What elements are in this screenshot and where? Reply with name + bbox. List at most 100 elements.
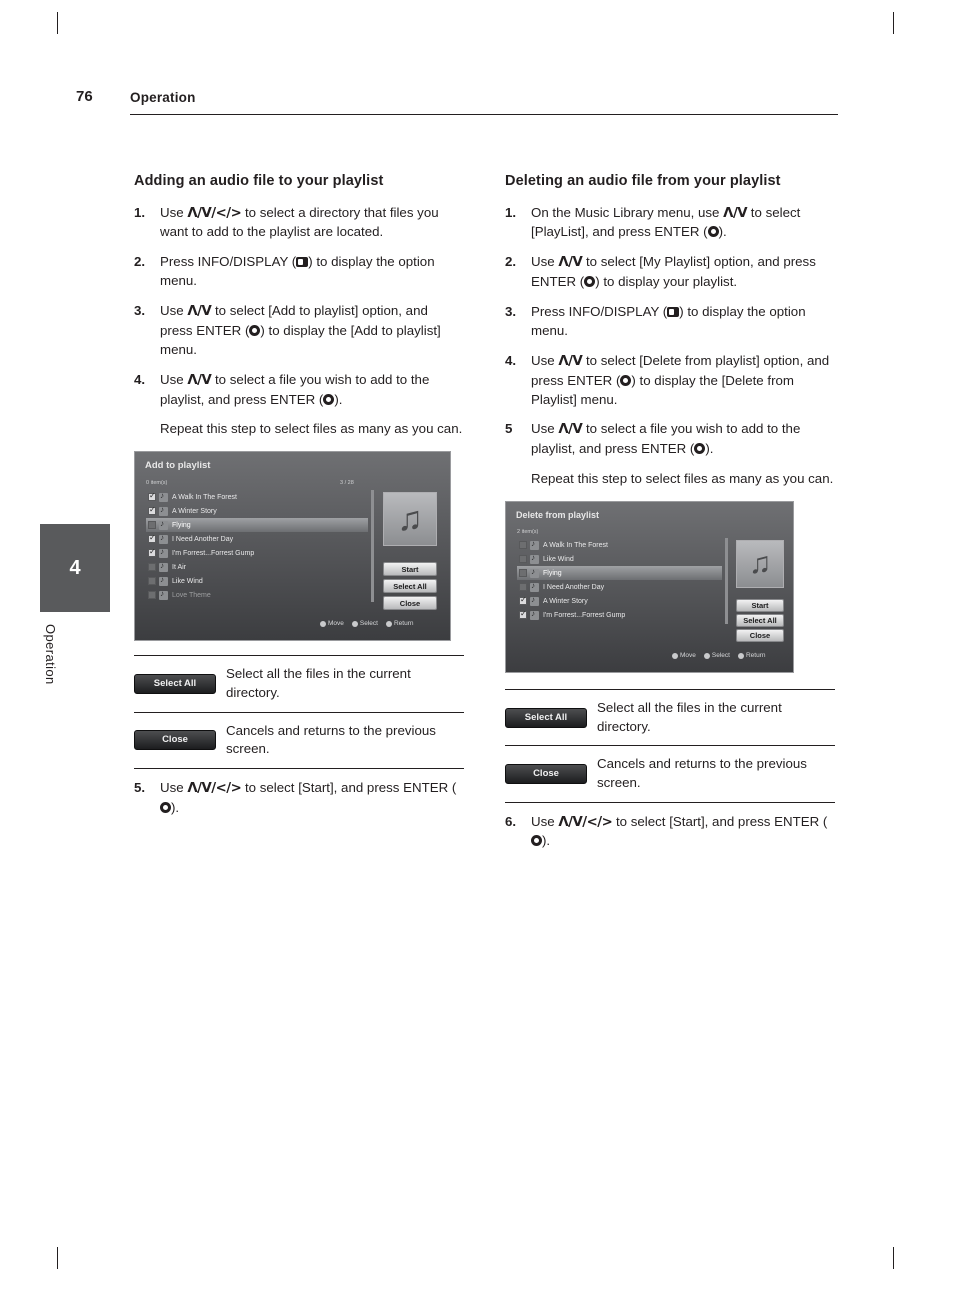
select-all-button[interactable]: Select All: [383, 579, 437, 594]
list-item[interactable]: A Walk In The Forest: [146, 490, 368, 504]
close-button[interactable]: Close: [736, 629, 784, 643]
step-continuation: Repeat this step to select files as many…: [531, 471, 834, 487]
step-number: 1.: [505, 204, 517, 220]
select-all-button[interactable]: Select All: [736, 614, 784, 628]
step-number: 3.: [505, 304, 517, 320]
list-item[interactable]: Love Theme: [146, 588, 368, 602]
music-note-icon: [530, 581, 539, 592]
list-item[interactable]: I'm Forrest...Forrest Gump: [517, 608, 722, 622]
music-note-icon: [159, 589, 168, 600]
checkbox[interactable]: [519, 555, 527, 564]
checkbox[interactable]: [148, 521, 156, 530]
file-name: A Walk In The Forest: [172, 493, 237, 501]
checkbox[interactable]: [148, 491, 156, 502]
step-number: 2.: [134, 254, 146, 270]
crop-mark-bottom-left: [57, 1247, 58, 1269]
info-display-icon: [667, 307, 680, 318]
crop-mark-top-left: [57, 12, 58, 34]
close-description: Cancels and returns to the previous scre…: [226, 711, 464, 769]
file-list[interactable]: A Walk In The Forest A Winter Story Flyi…: [146, 490, 368, 602]
right-button-table: Select All Select all the files in the c…: [505, 689, 835, 803]
list-item[interactable]: A Winter Story: [517, 594, 722, 608]
file-name: Love Theme: [172, 591, 211, 599]
return-icon: [385, 620, 392, 627]
close-description: Cancels and returns to the previous scre…: [597, 745, 835, 803]
music-note-icon: [159, 491, 168, 502]
checkbox[interactable]: [148, 505, 156, 516]
checkbox[interactable]: [148, 563, 156, 572]
enter-icon: [249, 324, 261, 336]
legend-select: Select: [703, 652, 730, 659]
list-item[interactable]: I Need Another Day: [146, 532, 368, 546]
list-item-selected[interactable]: Flying: [146, 518, 368, 533]
checkbox[interactable]: [519, 595, 527, 606]
table-row: Select All Select all the files in the c…: [505, 689, 835, 746]
music-note-icon: [530, 595, 539, 606]
checkbox[interactable]: [148, 533, 156, 544]
delete-from-playlist-screenshot: Delete from playlist 2 item(s) A Walk In…: [505, 501, 794, 674]
music-note-icon: [159, 533, 168, 544]
legend-move: Move: [320, 620, 344, 627]
enter-icon: [584, 276, 596, 288]
music-note-icon: [530, 609, 539, 620]
list-item[interactable]: A Winter Story: [146, 504, 368, 518]
checkbox[interactable]: [148, 577, 156, 586]
step-number: 4.: [505, 352, 517, 368]
list-item: 3. Press INFO/DISPLAY () to display the …: [505, 304, 806, 338]
album-art: ♫: [383, 492, 437, 547]
select-icon: [351, 620, 358, 627]
right-steps-cont: 6. Use Λ/V/</> to select [Start], and pr…: [505, 813, 835, 852]
chapter-number: 4: [69, 556, 81, 579]
list-item[interactable]: Like Wind: [146, 574, 368, 588]
close-button[interactable]: Close: [505, 763, 587, 784]
enter-icon: [160, 801, 171, 813]
crop-mark-top-right: [893, 12, 894, 34]
select-all-button[interactable]: Select All: [134, 673, 216, 694]
file-name: I Need Another Day: [172, 535, 234, 543]
chapter-label: Operation: [43, 624, 58, 685]
music-note-icon: [159, 561, 168, 572]
step-number: 2.: [505, 254, 517, 270]
add-to-playlist-screenshot: Add to playlist 0 item(s) 3 / 28 A Walk …: [134, 451, 451, 642]
item-count-left: 0 item(s): [146, 480, 168, 487]
start-button[interactable]: Start: [383, 562, 437, 577]
music-note-icon: [159, 519, 168, 530]
checkbox[interactable]: [148, 547, 156, 558]
checkbox[interactable]: [148, 591, 156, 600]
list-scrollbar[interactable]: [725, 538, 728, 625]
list-item[interactable]: Like Wind: [517, 552, 722, 566]
file-name: A Winter Story: [172, 507, 217, 515]
screen-title: Add to playlist: [145, 460, 211, 472]
step-continuation: Repeat this step to select files as many…: [160, 421, 463, 437]
list-item-selected[interactable]: Flying: [517, 566, 722, 581]
close-button[interactable]: Close: [383, 596, 437, 611]
enter-icon: [707, 226, 719, 238]
file-name: A Winter Story: [543, 597, 588, 605]
music-note-icon: [159, 505, 168, 516]
file-name: Like Wind: [172, 577, 203, 585]
checkbox[interactable]: [519, 541, 527, 550]
checkbox[interactable]: [519, 609, 527, 620]
checkbox[interactable]: [519, 569, 527, 578]
list-item[interactable]: I'm Forrest...Forrest Gump: [146, 546, 368, 560]
file-name: It Air: [172, 563, 187, 571]
list-item[interactable]: It Air: [146, 560, 368, 574]
item-count-right: 3 / 28: [340, 480, 354, 487]
file-name: Like Wind: [543, 555, 574, 563]
select-all-button[interactable]: Select All: [505, 707, 587, 728]
chapter-tab: 4: [40, 524, 110, 612]
right-column: Deleting an audio file from your playlis…: [505, 172, 835, 862]
left-button-table: Select All Select all the files in the c…: [134, 655, 464, 769]
list-scrollbar[interactable]: [371, 490, 374, 603]
close-button-cell: Close: [505, 745, 597, 803]
left-steps: 1. Use Λ/V/</> to select a directory tha…: [134, 204, 464, 440]
file-list[interactable]: A Walk In The Forest Like Wind Flying I …: [517, 538, 722, 622]
list-item[interactable]: A Walk In The Forest: [517, 538, 722, 552]
step-number: 1.: [134, 204, 146, 220]
checkbox[interactable]: [519, 583, 527, 592]
start-button[interactable]: Start: [736, 599, 784, 613]
right-heading: Deleting an audio file from your playlis…: [505, 173, 781, 189]
step-number: 4.: [134, 371, 146, 387]
close-button[interactable]: Close: [134, 730, 216, 751]
list-item[interactable]: I Need Another Day: [517, 580, 722, 594]
